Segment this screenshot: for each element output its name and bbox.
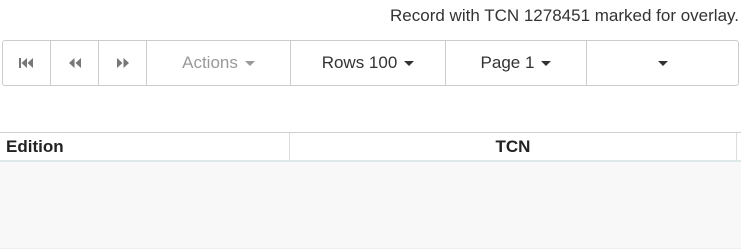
caret-down-icon [244, 60, 255, 66]
caret-down-icon [404, 60, 415, 66]
page-label: Page 1 [480, 53, 535, 72]
more-options-dropdown[interactable] [587, 41, 738, 85]
page-dropdown[interactable]: Page 1 [446, 41, 587, 85]
column-header-edition[interactable]: Edition [0, 133, 290, 160]
previous-page-button[interactable] [51, 41, 99, 85]
first-page-button[interactable] [3, 41, 51, 85]
rows-label: Rows 100 [321, 53, 398, 72]
caret-down-icon [541, 60, 552, 66]
next-page-button[interactable] [99, 41, 147, 85]
actions-label: Actions [182, 53, 238, 72]
column-header-label: TCN [495, 136, 531, 156]
grid-toolbar: Actions Rows 100 Page 1 [2, 40, 739, 86]
column-header-label: Edition [6, 136, 64, 156]
next-page-icon [115, 57, 131, 69]
actions-dropdown[interactable]: Actions [147, 41, 291, 85]
rows-per-page-dropdown[interactable]: Rows 100 [291, 41, 446, 85]
records-grid: Edition TCN [0, 132, 741, 249]
grid-body [0, 162, 741, 249]
column-header-tcn[interactable]: TCN [290, 133, 737, 160]
status-message: Record with TCN 1278451 marked for overl… [390, 6, 739, 25]
previous-page-icon [67, 57, 83, 69]
grid-header-row: Edition TCN [0, 132, 741, 162]
first-page-icon [18, 57, 36, 69]
caret-down-icon [657, 60, 668, 66]
